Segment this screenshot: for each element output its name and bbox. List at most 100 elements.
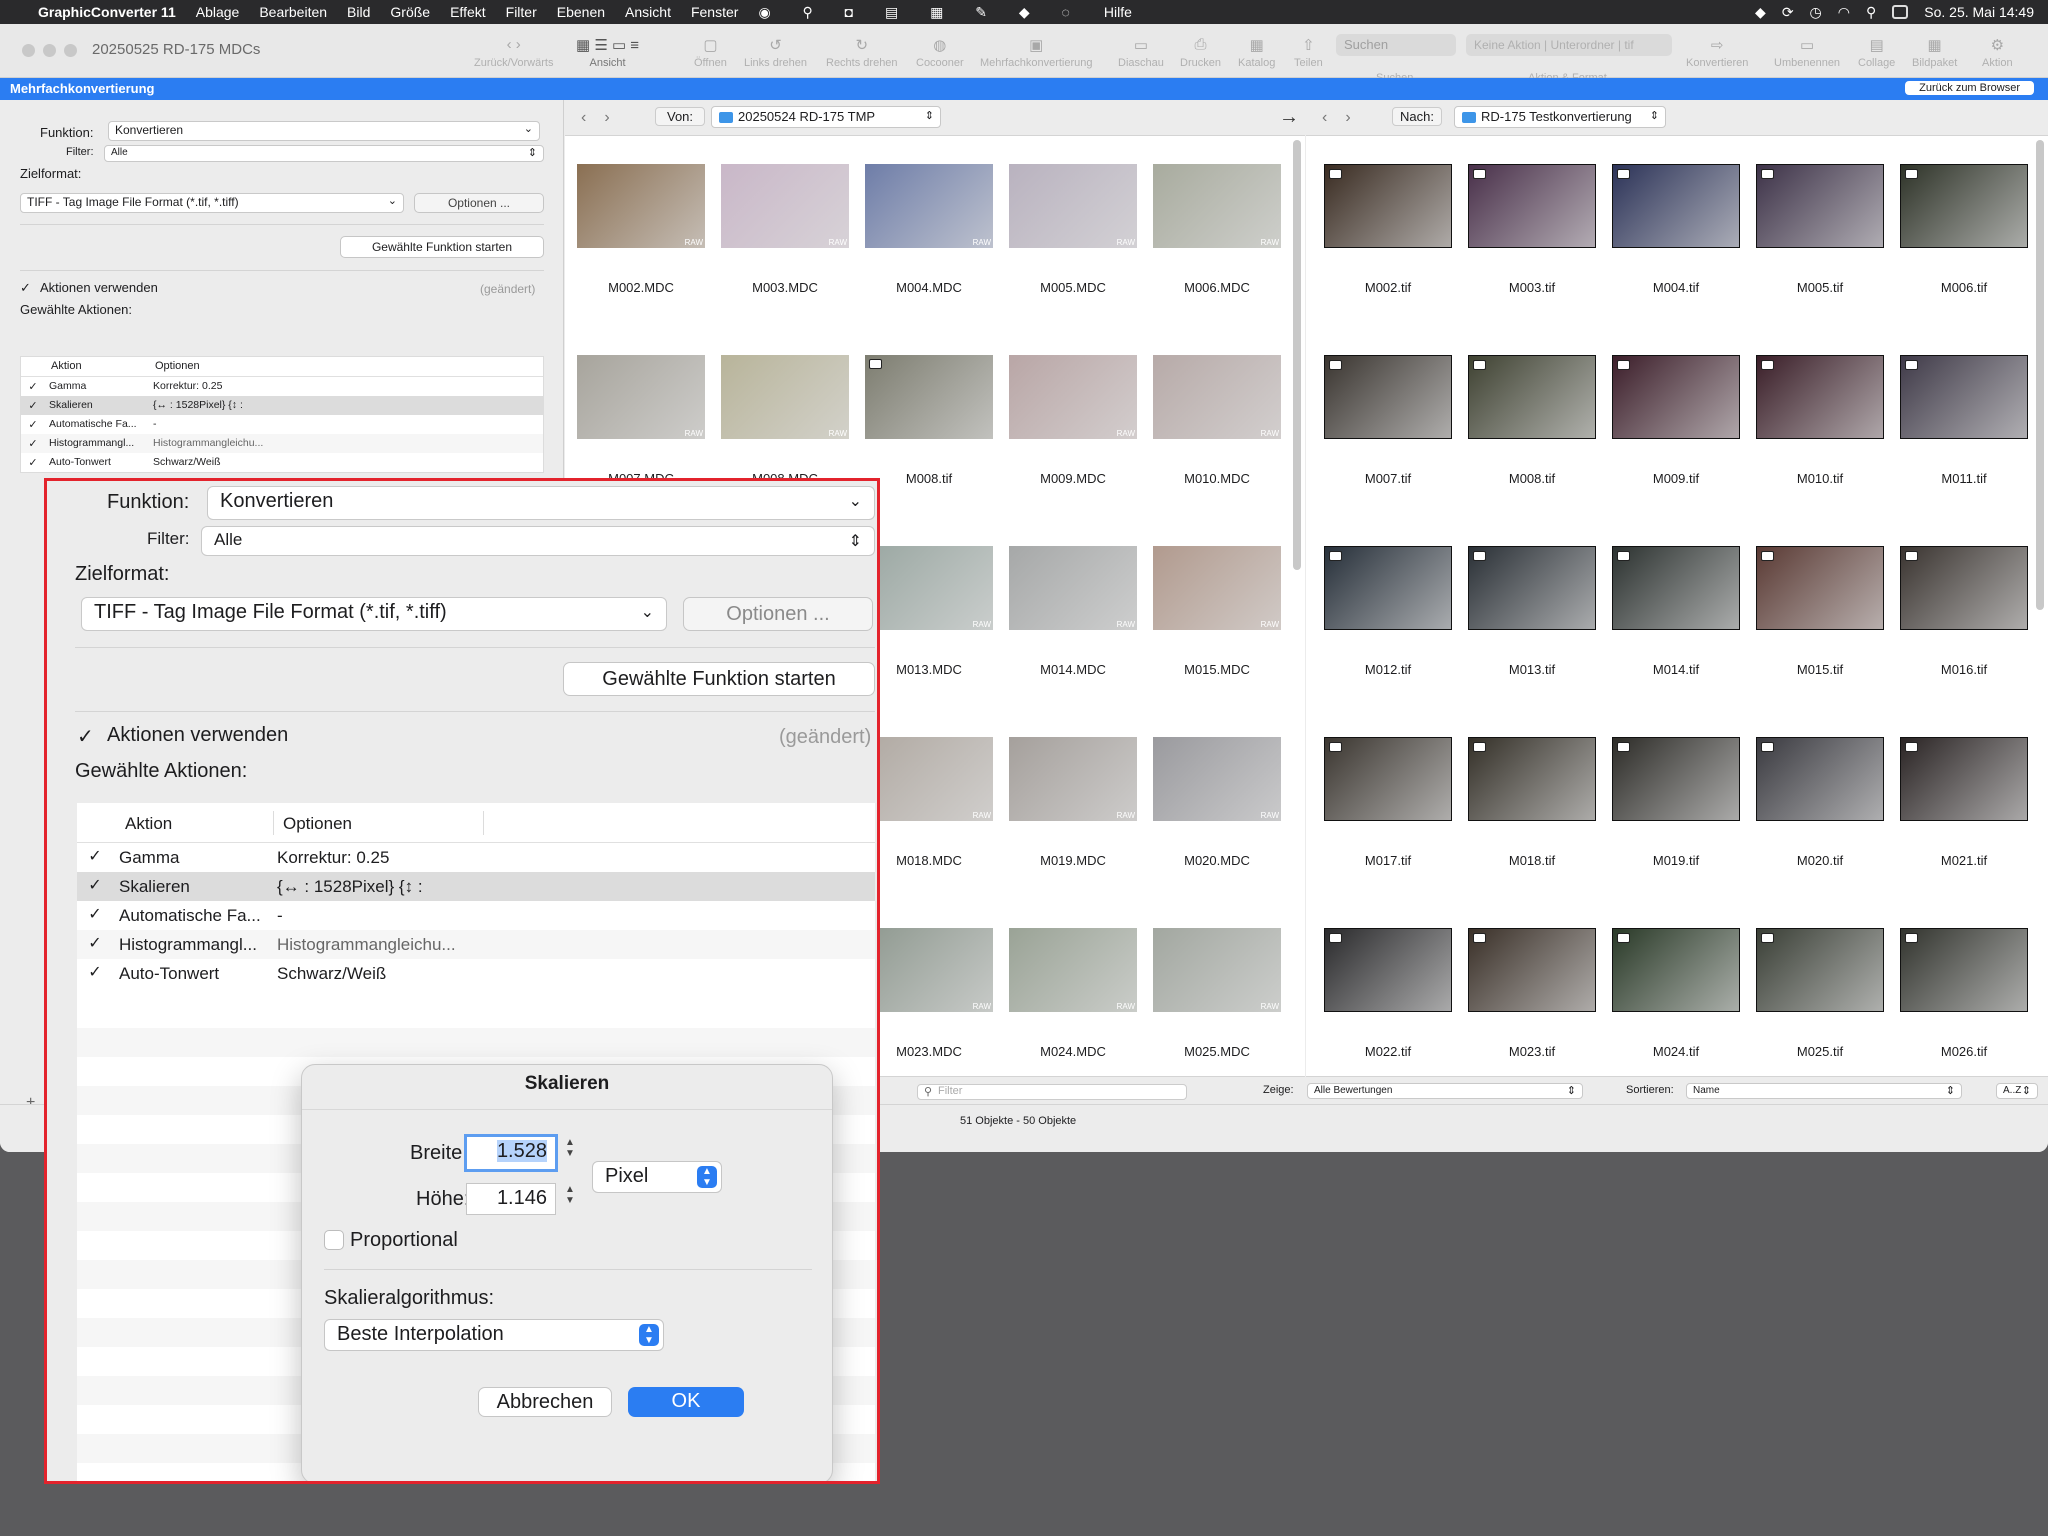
table-row[interactable]: ✓ Histogrammangl... Histogrammangleichu...: [21, 434, 543, 453]
thumbnail[interactable]: M016.tif: [1888, 532, 2032, 723]
toolbar-share[interactable]: ⇧ Teilen: [1294, 36, 1323, 69]
toolbar-collage[interactable]: ▤ Collage: [1858, 36, 1895, 69]
col-aktion[interactable]: Aktion: [51, 360, 82, 372]
thumbnail[interactable]: M021.tif: [1888, 723, 2032, 914]
toolbar-rotate-right[interactable]: ↻ Rechts drehen: [826, 36, 898, 69]
menu-bearbeiten[interactable]: Bearbeiten: [259, 4, 327, 20]
thumbnail[interactable]: M017.tif: [1312, 723, 1456, 914]
table-row[interactable]: ✓ Automatische Fa... -: [77, 901, 875, 930]
menu-groesse[interactable]: Größe: [390, 4, 430, 20]
filter-popup[interactable]: Alle ⇕: [104, 145, 544, 162]
toolbar-back-forward[interactable]: ‹ › Zurück/Vorwärts: [474, 36, 553, 69]
thumbnail[interactable]: RAW M019.MDC: [997, 723, 1141, 914]
spotlight-icon[interactable]: ⚲: [1866, 4, 1876, 21]
toolbar-batch-convert[interactable]: ▣ Mehrfachkonvertierung: [980, 36, 1093, 69]
menu-ebenen[interactable]: Ebenen: [557, 4, 605, 20]
width-field[interactable]: 1.528: [464, 1134, 558, 1172]
toolbar-open[interactable]: ▢ Öffnen: [694, 36, 727, 69]
toolbar-slideshow[interactable]: ▭ Diaschau: [1118, 36, 1164, 69]
toolbar-catalog[interactable]: ▦ Katalog: [1238, 36, 1275, 69]
menu-bild[interactable]: Bild: [347, 4, 370, 20]
thumbnail[interactable]: M008.tif: [1456, 341, 1600, 532]
zoom-start-function-button[interactable]: Gewählte Funktion starten: [563, 662, 875, 696]
menu-ablage[interactable]: Ablage: [196, 4, 240, 20]
target-format-popup[interactable]: TIFF - Tag Image File Format (*.tif, *.t…: [20, 193, 404, 213]
row-checkbox[interactable]: ✓: [27, 381, 39, 393]
table-row[interactable]: ✓ Skalieren {↔ : 1528Pixel} {↕ :: [21, 396, 543, 415]
menubar-extra-icons[interactable]: ◉ ⚲ ◘ ▤ ▦ ✎ ◆ ◌: [758, 4, 1083, 21]
function-popup[interactable]: Konvertieren ⌄: [108, 121, 540, 141]
unit-popup[interactable]: Pixel ▲ ▼: [592, 1161, 722, 1193]
toolbar-action-format-popup[interactable]: Keine Aktion | Unterordner | tif: [1466, 34, 1672, 56]
proportional-checkbox[interactable]: [324, 1230, 344, 1250]
table-row[interactable]: ✓ Histogrammangl... Histogrammangleichu...: [77, 930, 875, 959]
dest-nav-buttons[interactable]: ‹›: [1322, 109, 1369, 127]
toolbar-action[interactable]: ⚙ Aktion: [1982, 36, 2013, 69]
thumbnail[interactable]: M009.tif: [1600, 341, 1744, 532]
thumbnail[interactable]: M004.tif: [1600, 150, 1744, 341]
table-row[interactable]: ✓ Automatische Fa... -: [21, 415, 543, 434]
start-function-button[interactable]: Gewählte Funktion starten: [340, 236, 544, 258]
zoom-target-format-popup[interactable]: TIFF - Tag Image File Format (*.tif, *.t…: [81, 597, 667, 631]
row-checkbox[interactable]: ✓: [87, 878, 103, 894]
toolbar-cocooner[interactable]: ◍ Cocooner: [916, 36, 964, 69]
thumbnail[interactable]: RAW M015.MDC: [1141, 532, 1285, 723]
zoom-col-optionen[interactable]: Optionen: [283, 814, 352, 834]
row-checkbox[interactable]: ✓: [87, 936, 103, 952]
thumbnail[interactable]: M007.tif: [1312, 341, 1456, 532]
menu-effekt[interactable]: Effekt: [450, 4, 486, 20]
width-stepper[interactable]: ▲ ▼: [563, 1137, 577, 1159]
thumbnail[interactable]: M015.tif: [1744, 532, 1888, 723]
thumbnail[interactable]: RAW M009.MDC: [997, 341, 1141, 532]
toolbar-picture-package[interactable]: ▦ Bildpaket: [1912, 36, 1957, 69]
zoom-col-aktion[interactable]: Aktion: [125, 814, 172, 834]
row-checkbox[interactable]: ✓: [87, 849, 103, 865]
thumbnail[interactable]: M002.tif: [1312, 150, 1456, 341]
cancel-button[interactable]: Abbrechen: [478, 1387, 612, 1417]
source-scrollbar[interactable]: [1293, 140, 1301, 570]
zoom-function-popup[interactable]: Konvertieren ⌄: [207, 486, 875, 520]
thumbnail[interactable]: M019.tif: [1600, 723, 1744, 914]
thumbnail[interactable]: M013.tif: [1456, 532, 1600, 723]
thumbnail[interactable]: RAW M010.MDC: [1141, 341, 1285, 532]
thumbnail[interactable]: M014.tif: [1600, 532, 1744, 723]
ok-button[interactable]: OK: [628, 1387, 744, 1417]
thumbnail[interactable]: RAW M004.MDC: [853, 150, 997, 341]
thumbnail[interactable]: M020.tif: [1744, 723, 1888, 914]
menu-filter[interactable]: Filter: [506, 4, 537, 20]
menu-app[interactable]: GraphicConverter 11: [38, 4, 176, 20]
source-nav-buttons[interactable]: ‹›: [581, 109, 628, 127]
height-field[interactable]: 1.146: [466, 1183, 556, 1215]
row-checkbox[interactable]: ✓: [27, 419, 39, 431]
col-optionen[interactable]: Optionen: [155, 360, 200, 372]
thumbnail[interactable]: M011.tif: [1888, 341, 2032, 532]
control-center-icon[interactable]: [1892, 5, 1909, 19]
thumbnail[interactable]: RAW M003.MDC: [709, 150, 853, 341]
thumbnail[interactable]: RAW M005.MDC: [997, 150, 1141, 341]
back-to-browser-button[interactable]: Zurück zum Browser: [1905, 81, 2034, 95]
menu-ansicht[interactable]: Ansicht: [625, 4, 671, 20]
table-row[interactable]: ✓ Auto-Tonwert Schwarz/Weiß: [21, 453, 543, 472]
row-checkbox[interactable]: ✓: [27, 438, 39, 450]
row-checkbox[interactable]: ✓: [27, 457, 39, 469]
close-window-button[interactable]: [22, 44, 35, 57]
toolbar-rename[interactable]: ▭ Umbenennen: [1774, 36, 1840, 69]
arrow-right-icon[interactable]: →: [1279, 106, 1299, 129]
zoom-use-actions-checkbox[interactable]: ✓: [77, 724, 94, 749]
toolbar-view[interactable]: ▦ ☰ ▭ ≡ Ansicht: [576, 36, 639, 69]
menu-fenster[interactable]: Fenster: [691, 4, 738, 20]
options-button[interactable]: Optionen ...: [414, 193, 544, 213]
thumbnail[interactable]: RAW M014.MDC: [997, 532, 1141, 723]
thumbnail[interactable]: RAW M002.MDC: [565, 150, 709, 341]
thumbnail[interactable]: M010.tif: [1744, 341, 1888, 532]
thumbnail[interactable]: RAW M020.MDC: [1141, 723, 1285, 914]
minimize-window-button[interactable]: [43, 44, 56, 57]
height-stepper[interactable]: ▲ ▼: [563, 1184, 577, 1206]
table-row[interactable]: ✓ Skalieren {↔ : 1528Pixel} {↕ :: [77, 872, 875, 901]
thumbnail[interactable]: M005.tif: [1744, 150, 1888, 341]
show-ratings-popup[interactable]: Alle Bewertungen ⇕: [1307, 1083, 1583, 1099]
source-filter-input[interactable]: ⚲ Filter: [917, 1084, 1187, 1100]
zoom-window-button[interactable]: [64, 44, 77, 57]
thumbnail[interactable]: M012.tif: [1312, 532, 1456, 723]
row-checkbox[interactable]: ✓: [27, 400, 39, 412]
